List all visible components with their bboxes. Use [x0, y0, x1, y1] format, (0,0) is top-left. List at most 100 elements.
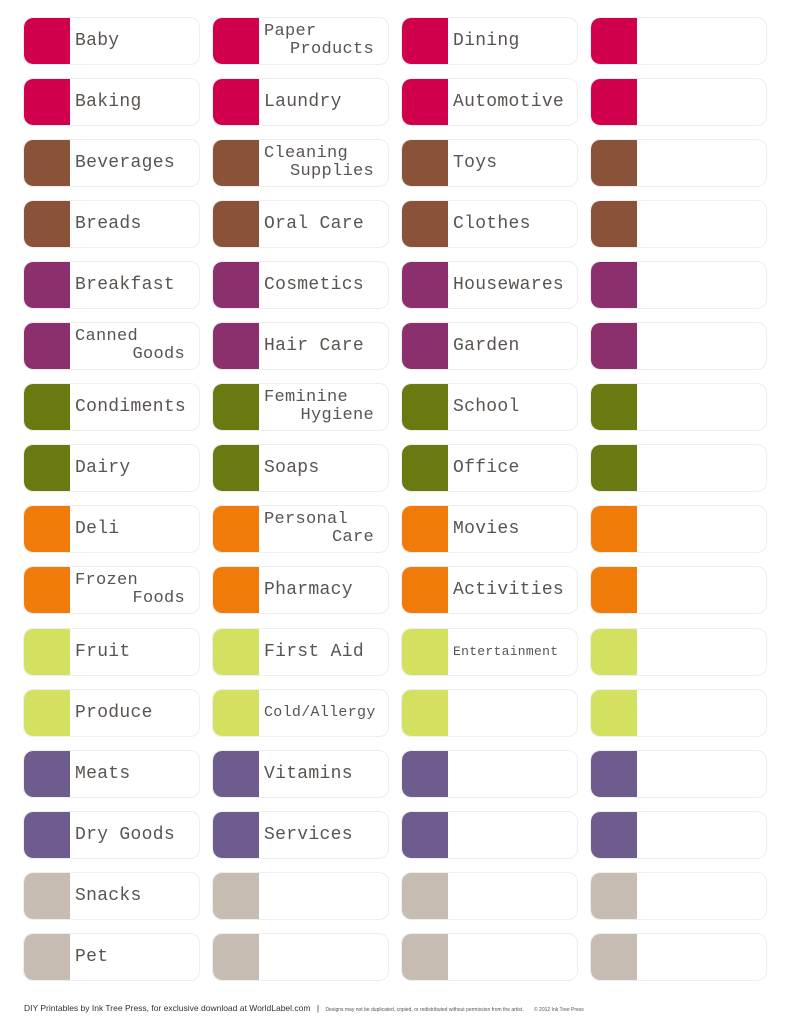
- label-color-swatch: [591, 445, 637, 492]
- label-color-swatch: [24, 506, 70, 553]
- label-color-swatch: [213, 567, 259, 614]
- label: [590, 78, 767, 127]
- label: Paper Products: [212, 17, 389, 65]
- label: [590, 566, 767, 615]
- label-line: Frozen: [75, 571, 139, 591]
- label-color-swatch: [402, 445, 448, 492]
- footer: DIY Printables by Ink Tree Press, for ex…: [24, 1003, 584, 1013]
- label-color-swatch: [213, 933, 259, 980]
- label-text: [453, 873, 563, 919]
- label-color-swatch: [591, 628, 637, 675]
- label-text: [642, 690, 752, 736]
- label: Canned Goods: [23, 322, 200, 371]
- label: Breakfast: [23, 261, 200, 310]
- label-text: [453, 934, 563, 980]
- label: Vitamins: [212, 749, 389, 798]
- label-color-swatch: [402, 872, 448, 919]
- label-text: Dry Goods: [75, 824, 175, 845]
- label-color-swatch: [24, 384, 70, 431]
- label: Automotive: [401, 78, 578, 127]
- label: Breads: [23, 200, 200, 249]
- label: Personal Care: [212, 505, 389, 554]
- label-text: [642, 567, 752, 613]
- label-text: Dairy: [75, 458, 131, 479]
- label: [212, 871, 389, 920]
- label: Clothes: [401, 200, 578, 249]
- label-color-swatch: [24, 79, 70, 126]
- label: [590, 139, 767, 188]
- label: [212, 932, 389, 981]
- label: Entertainment: [401, 627, 578, 676]
- label-text: Dining: [453, 31, 520, 51]
- label: Activities: [401, 566, 578, 615]
- label-text: Personal Care: [264, 506, 374, 552]
- label: [590, 749, 767, 798]
- label-color-swatch: [24, 262, 70, 309]
- label-line: Personal: [264, 510, 349, 530]
- label-text: Feminine Hygiene: [264, 384, 374, 430]
- label: Garden: [401, 322, 578, 371]
- label: [401, 810, 578, 859]
- label-color-swatch: [213, 323, 259, 370]
- label-line: Foods: [132, 589, 185, 609]
- label-text: [642, 934, 752, 980]
- label-text: Housewares: [453, 275, 565, 296]
- label-color-swatch: [402, 567, 448, 614]
- label-color-swatch: [24, 201, 70, 248]
- label-line: Supplies: [289, 162, 374, 182]
- label-text: Deli: [75, 519, 120, 540]
- label: [590, 17, 767, 65]
- label-text: Baby: [75, 31, 120, 51]
- label-color-swatch: [213, 872, 259, 919]
- label-color-swatch: [213, 384, 259, 431]
- label-color-swatch: [591, 567, 637, 614]
- footer-notice: Designs may not be duplicated, copied, o…: [325, 1007, 524, 1013]
- label-color-swatch: [213, 18, 259, 64]
- label-text: Baking: [75, 92, 142, 113]
- label-text: First Aid: [264, 641, 364, 662]
- label-text: Paper Products: [264, 18, 374, 64]
- footer-credit: DIY Printables by Ink Tree Press, for ex…: [24, 1003, 311, 1013]
- label-color-swatch: [591, 384, 637, 431]
- label-text: [642, 201, 752, 247]
- label: Laundry: [212, 78, 389, 127]
- label-color-swatch: [213, 262, 259, 309]
- label-text: Breakfast: [75, 275, 175, 296]
- footer-separator: |: [316, 1003, 320, 1013]
- label-color-swatch: [591, 933, 637, 980]
- label: [590, 688, 767, 737]
- label: Pharmacy: [212, 566, 389, 615]
- label: School: [401, 383, 578, 432]
- label-color-swatch: [402, 262, 448, 309]
- label: Cosmetics: [212, 261, 389, 310]
- label: [590, 261, 767, 310]
- label-color-swatch: [213, 79, 259, 126]
- label-text: [453, 690, 563, 736]
- label-text: [642, 79, 752, 125]
- label: Frozen Foods: [23, 566, 200, 615]
- label-text: Condiments: [75, 397, 187, 418]
- label-text: Frozen Foods: [75, 567, 185, 613]
- label: [590, 810, 767, 859]
- label: Condiments: [23, 383, 200, 432]
- label-text: [642, 506, 752, 552]
- label: [401, 932, 578, 981]
- label: Movies: [401, 505, 578, 554]
- label-text: Garden: [453, 336, 520, 357]
- label-color-swatch: [402, 201, 448, 248]
- label-text: [642, 384, 752, 430]
- label-color-swatch: [402, 750, 448, 797]
- label-color-swatch: [402, 811, 448, 858]
- label-color-swatch: [213, 811, 259, 858]
- label-text: Vitamins: [264, 763, 353, 784]
- label-text: Oral Care: [264, 214, 364, 235]
- label: [590, 200, 767, 249]
- label-text: [642, 323, 752, 369]
- label: [590, 444, 767, 493]
- label-text: Fruit: [75, 641, 131, 662]
- label-color-swatch: [402, 18, 448, 64]
- label: Hair Care: [212, 322, 389, 371]
- label-color-swatch: [213, 140, 259, 187]
- label-line: Cleaning: [264, 144, 349, 164]
- label-text: [453, 751, 563, 797]
